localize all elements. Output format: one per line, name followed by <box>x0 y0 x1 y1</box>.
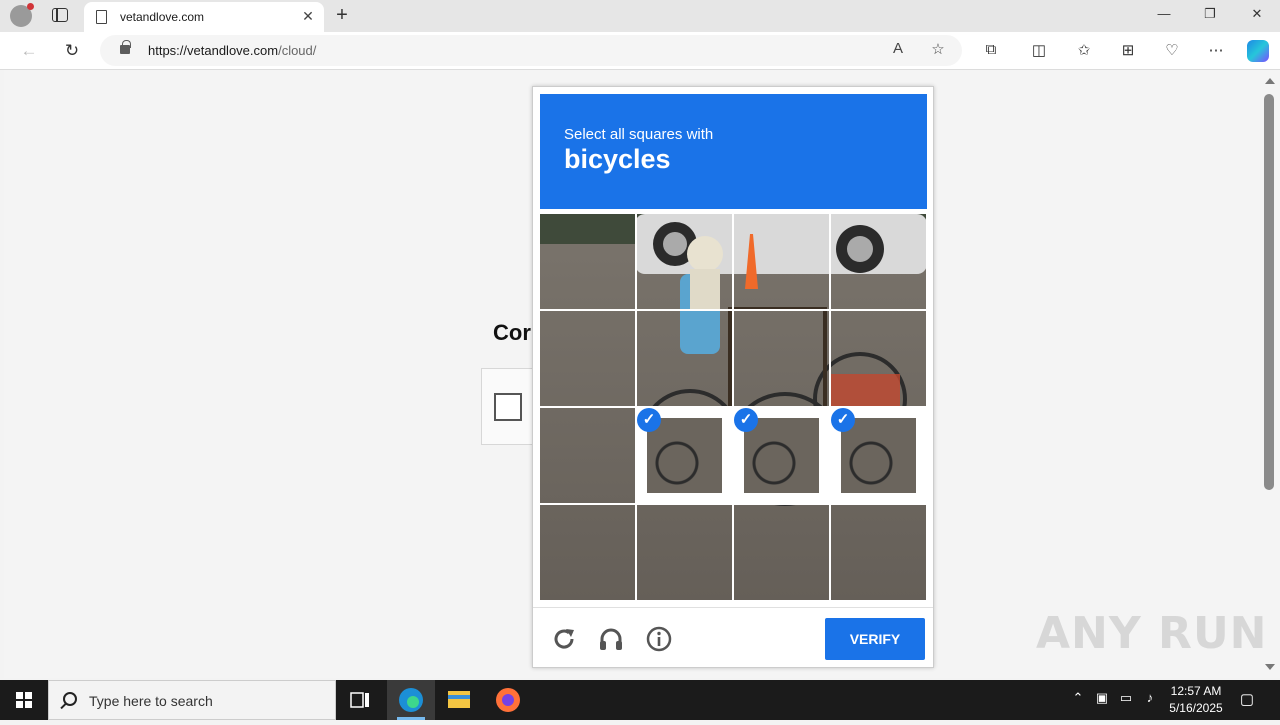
taskbar: Type here to search ⌃ ▣ ▭ ♪ 12:57 AM 5/1… <box>0 680 1280 720</box>
start-button[interactable] <box>0 680 48 720</box>
tile-image <box>841 418 916 493</box>
captcha-image-grid: ✓ ✓ ✓ <box>538 212 928 602</box>
profile-avatar[interactable] <box>10 3 34 27</box>
checkmark-icon: ✓ <box>734 408 758 432</box>
minimize-button[interactable]: — <box>1154 6 1174 21</box>
captcha-tile[interactable] <box>538 309 637 408</box>
clock-time: 12:57 AM <box>1170 684 1222 698</box>
taskbar-clock[interactable]: 12:57 AM 5/16/2025 <box>1164 683 1228 717</box>
tile-image <box>647 418 722 493</box>
search-icon <box>63 692 77 706</box>
page-heading: Cor <box>493 320 531 345</box>
page-icon <box>96 10 107 24</box>
new-tab-button[interactable]: + <box>332 4 352 26</box>
edge-taskbar-icon[interactable] <box>387 680 435 720</box>
captcha-tile[interactable]: ✓ <box>732 406 831 505</box>
captcha-tile[interactable] <box>635 212 734 311</box>
browser-essentials-icon[interactable]: ♡ <box>1161 41 1183 59</box>
captcha-tile[interactable] <box>829 503 928 602</box>
lock-icon[interactable] <box>120 40 131 54</box>
not-robot-checkbox[interactable] <box>494 393 522 421</box>
captcha-instruction: Select all squares with <box>564 126 714 143</box>
captcha-tile[interactable] <box>732 309 831 408</box>
captcha-footer: VERIFY <box>533 607 933 667</box>
collections-icon[interactable]: ⊞ <box>1117 41 1139 59</box>
captcha-challenge: Select all squares with bicycles ✓ ✓ ✓ V… <box>532 86 934 668</box>
volume-icon[interactable]: ♪ <box>1140 690 1160 705</box>
reload-icon[interactable] <box>551 626 577 652</box>
close-tab-icon[interactable]: ✕ <box>300 8 316 25</box>
read-aloud-icon[interactable]: A <box>888 40 908 57</box>
favorites-icon[interactable]: ✩ <box>1073 41 1095 59</box>
captcha-tile[interactable]: ✓ <box>829 406 928 505</box>
refresh-icon[interactable]: ↻ <box>61 40 83 62</box>
verify-button[interactable]: VERIFY <box>825 618 925 660</box>
checkmark-icon: ✓ <box>637 408 661 432</box>
captcha-tile[interactable] <box>538 212 637 311</box>
task-view-icon[interactable] <box>336 680 384 720</box>
captcha-tile[interactable] <box>732 503 831 602</box>
headphones-icon[interactable] <box>598 626 624 652</box>
checkmark-icon: ✓ <box>831 408 855 432</box>
more-menu-icon[interactable]: ⋯ <box>1205 41 1227 59</box>
notifications-icon[interactable]: ▢ <box>1237 690 1257 708</box>
browser-tab[interactable]: vetandlove.com ✕ <box>84 2 324 32</box>
usb-icon[interactable]: ▣ <box>1092 690 1112 706</box>
captcha-tile[interactable] <box>829 309 928 408</box>
taskbar-search[interactable]: Type here to search <box>48 680 336 720</box>
captcha-header: Select all squares with bicycles <box>540 94 927 209</box>
extensions-icon[interactable]: ⧉ <box>980 41 1002 58</box>
scroll-down-icon[interactable] <box>1265 664 1275 670</box>
browser-tab-bar: vetandlove.com ✕ + — ❐ ✕ <box>0 0 1280 32</box>
search-placeholder: Type here to search <box>89 693 213 709</box>
tile-image <box>744 418 819 493</box>
url-text[interactable]: https://vetandlove.com/cloud/ <box>148 43 316 58</box>
captcha-tile[interactable] <box>538 503 637 602</box>
tab-title: vetandlove.com <box>120 10 205 24</box>
close-window-button[interactable]: ✕ <box>1247 6 1267 22</box>
clock-date: 5/16/2025 <box>1169 701 1223 715</box>
address-bar[interactable]: https://vetandlove.com/cloud/ A ☆ <box>100 35 962 66</box>
scroll-up-icon[interactable] <box>1265 78 1275 84</box>
network-icon[interactable]: ▭ <box>1116 690 1136 706</box>
restore-button[interactable]: ❐ <box>1200 6 1220 22</box>
captcha-tile[interactable] <box>829 212 928 311</box>
tab-actions-icon[interactable] <box>52 8 68 22</box>
captcha-target: bicycles <box>564 144 671 174</box>
captcha-tile[interactable] <box>538 406 637 505</box>
anyrun-watermark: ANY RUN <box>1036 608 1268 659</box>
split-screen-icon[interactable]: ◫ <box>1028 41 1050 59</box>
captcha-tile[interactable]: ✓ <box>635 406 734 505</box>
firefox-icon[interactable] <box>484 680 532 720</box>
info-icon[interactable] <box>646 626 672 652</box>
scroll-thumb[interactable] <box>1264 94 1274 490</box>
back-icon[interactable]: ← <box>18 40 40 62</box>
windows-logo-icon <box>16 692 32 708</box>
favorite-star-icon[interactable]: ☆ <box>928 40 948 58</box>
captcha-tile[interactable] <box>635 309 734 408</box>
address-toolbar: ← ↻ https://vetandlove.com/cloud/ A ☆ ⧉ … <box>0 32 1280 70</box>
show-hidden-icons[interactable]: ⌃ <box>1068 690 1088 706</box>
copilot-icon[interactable] <box>1247 40 1269 62</box>
captcha-tile[interactable] <box>635 503 734 602</box>
file-explorer-icon[interactable] <box>435 680 483 720</box>
captcha-tile[interactable] <box>732 212 831 311</box>
page-scrollbar[interactable] <box>1260 70 1280 678</box>
